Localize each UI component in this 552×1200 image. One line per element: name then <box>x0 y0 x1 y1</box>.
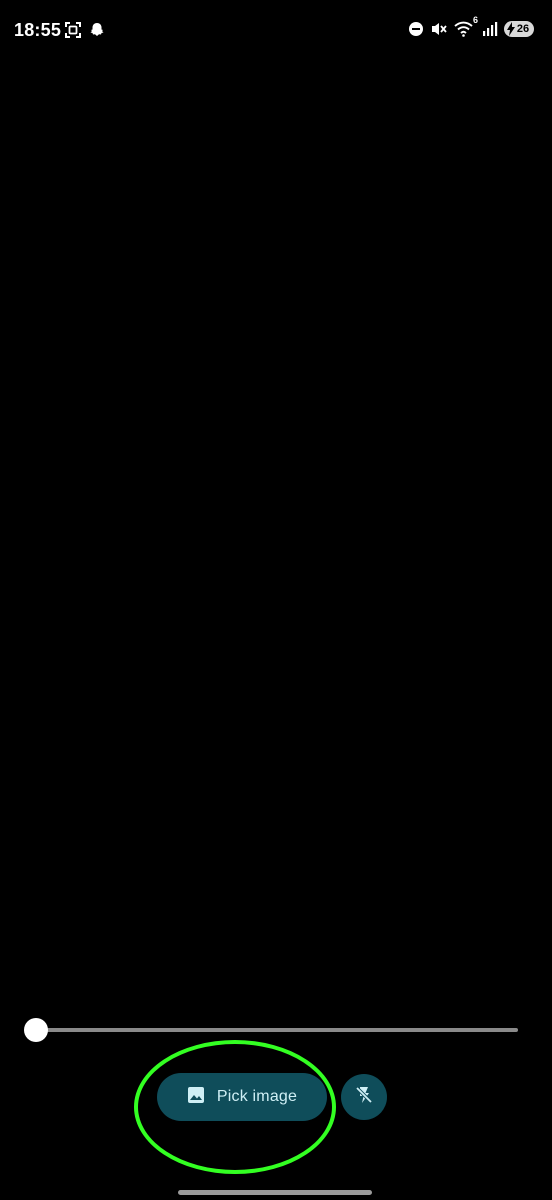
pick-image-label: Pick image <box>216 1088 298 1105</box>
battery-level: 26 <box>516 23 530 35</box>
home-indicator[interactable] <box>178 1190 372 1195</box>
status-left-icons <box>64 21 106 39</box>
battery-indicator: 26 <box>504 21 534 37</box>
image-icon <box>187 1086 205 1109</box>
do-not-disturb-icon <box>408 21 424 37</box>
status-bar: 18:55 6 26 <box>0 0 552 64</box>
signal-icon <box>482 22 498 36</box>
camera-viewport[interactable] <box>0 64 552 1004</box>
flash-toggle-button[interactable] <box>341 1074 387 1120</box>
wifi-badge: 6 <box>472 15 478 25</box>
status-right-icons: 6 26 <box>408 15 534 37</box>
snapchat-ghost-icon <box>88 21 106 39</box>
mute-icon <box>430 21 448 37</box>
wifi-6-icon: 6 <box>454 15 478 37</box>
charging-bolt-icon <box>507 22 515 36</box>
pick-image-button[interactable]: Pick image <box>157 1073 327 1121</box>
status-time: 18:55 <box>14 20 62 40</box>
zoom-slider[interactable] <box>24 1016 518 1044</box>
zoom-slider-thumb[interactable] <box>24 1018 48 1042</box>
screenshot-icon <box>64 21 82 39</box>
flash-off-icon <box>353 1084 375 1111</box>
zoom-slider-track[interactable] <box>34 1028 518 1032</box>
